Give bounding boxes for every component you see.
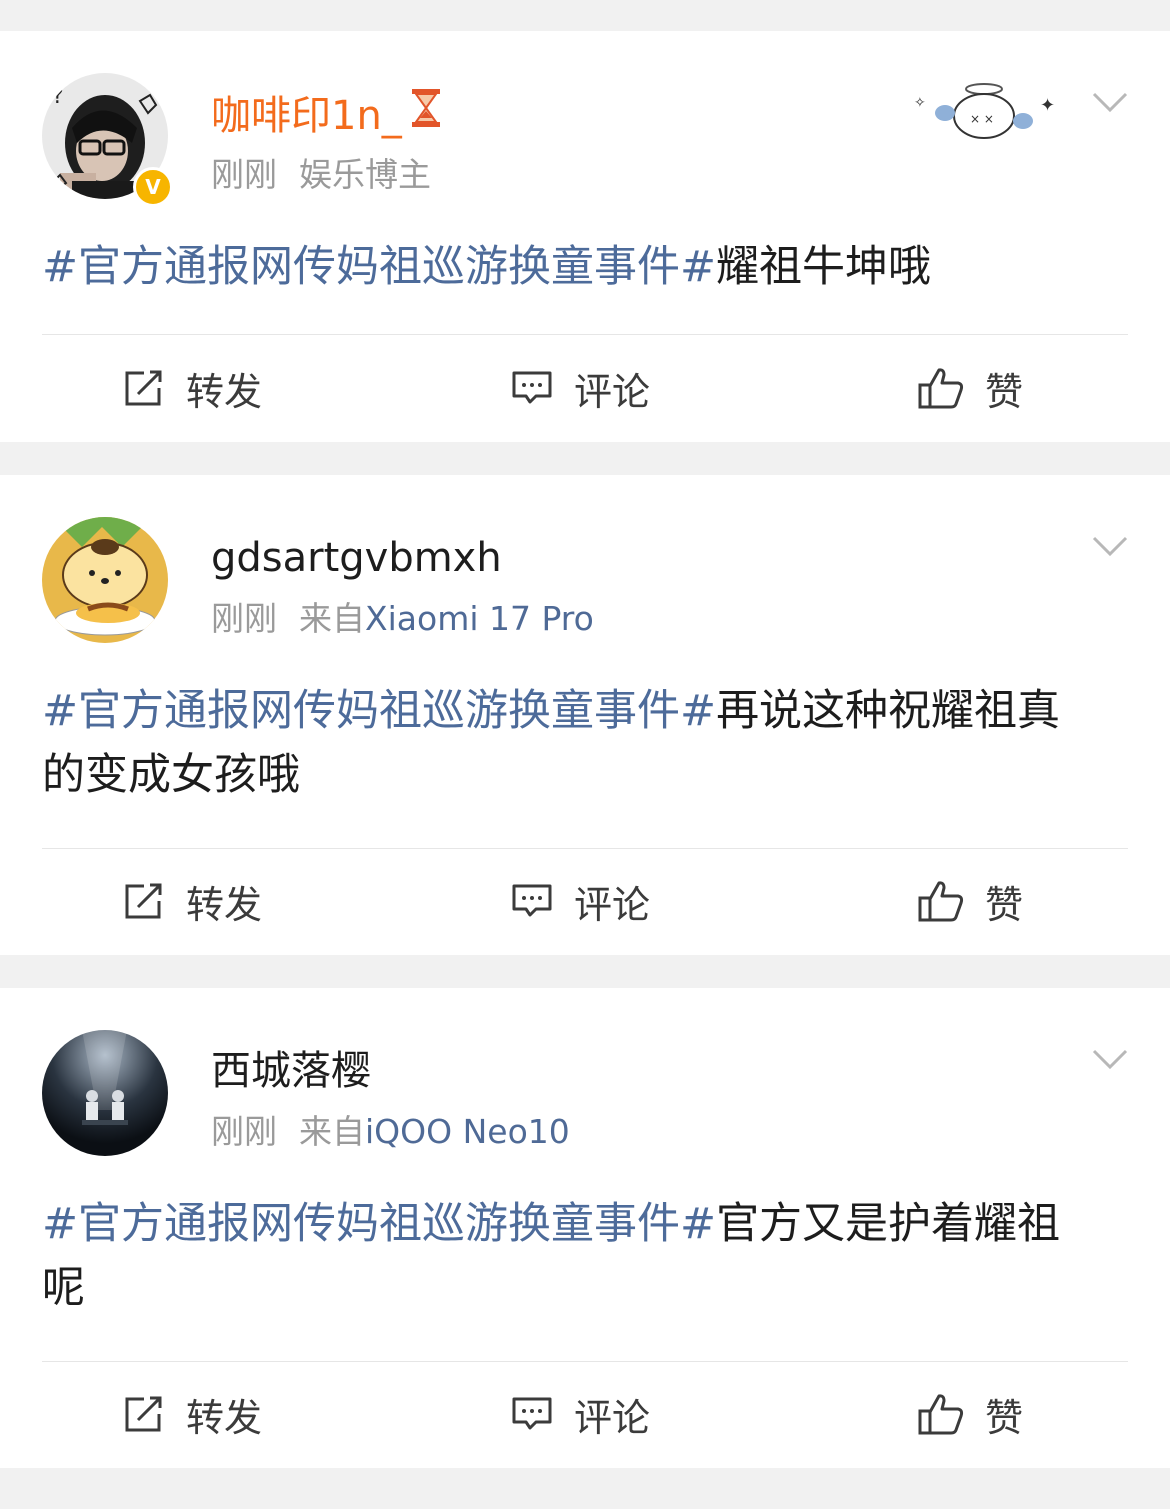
svg-text:✧: ✧ <box>914 95 926 111</box>
like-label: 赞 <box>985 882 1024 927</box>
comment-icon <box>512 1397 552 1430</box>
post-card[interactable]: gdsartgvbmxh 刚刚 来自Xiaomi 17 Pro #官方通报网传妈祖… <box>0 475 1170 955</box>
post-content[interactable]: #官方通报网传妈祖巡游换童事件#耀祖牛坤哦 <box>42 235 1100 299</box>
post-content[interactable]: #官方通报网传妈祖巡游换童事件#官方又是护着耀祖呢 <box>42 1192 1100 1320</box>
comment-label: 评论 <box>574 882 651 927</box>
post-time: 刚刚 <box>211 1112 277 1151</box>
like-label: 赞 <box>985 1395 1024 1440</box>
repost-label: 转发 <box>186 882 263 927</box>
like-button[interactable]: 赞 <box>917 348 1023 428</box>
divider <box>42 1361 1128 1362</box>
repost-label: 转发 <box>186 1395 263 1440</box>
user-subtitle: 娱乐博主 <box>299 155 431 194</box>
like-button[interactable]: 赞 <box>917 861 1023 941</box>
svg-text:✦: ✦ <box>1040 95 1055 116</box>
hourglass-icon <box>408 87 444 143</box>
comment-button[interactable]: 评论 <box>510 348 650 428</box>
username[interactable]: gdsartgvbmxh <box>211 531 502 585</box>
avatar[interactable] <box>42 1030 168 1156</box>
repost-button[interactable]: 转发 <box>122 861 262 941</box>
comment-button[interactable]: 评论 <box>510 1374 650 1454</box>
divider <box>42 334 1128 335</box>
svg-text:?: ? <box>52 84 64 109</box>
post-time: 刚刚 <box>211 155 277 194</box>
comment-button[interactable]: 评论 <box>510 861 650 941</box>
post-text: 耀祖牛坤哦 <box>716 242 932 292</box>
angel-sticker-icon: × × ✧ ✦ <box>914 83 1055 139</box>
post-card[interactable]: 西城落樱 刚刚 来自iQOO Neo10 #官方通报网传妈祖巡游换童事件#官方又是… <box>0 988 1170 1468</box>
device-name: iQOO Neo10 <box>365 1112 570 1151</box>
chevron-down-icon[interactable] <box>1092 1048 1128 1070</box>
repost-icon <box>125 370 162 406</box>
verified-badge-icon: V <box>133 167 173 207</box>
username-text: 咖啡印1n_ <box>211 93 402 139</box>
repost-button[interactable]: 转发 <box>122 348 262 428</box>
source-prefix: 来自 <box>299 1112 365 1151</box>
device-name: Xiaomi 17 Pro <box>365 599 594 638</box>
action-bar: 转发 评论 赞 <box>0 861 1170 941</box>
post-meta: 刚刚 来自Xiaomi 17 Pro <box>211 597 594 641</box>
post-content[interactable]: #官方通报网传妈祖巡游换童事件#再说这种祝耀祖真的变成女孩哦 <box>42 679 1100 807</box>
post-card[interactable]: ? V 咖啡印1n_ 刚刚 娱乐博主 × × ✧ ✦ #官方通报网传妈祖巡游换童事… <box>0 31 1170 442</box>
action-bar: 转发 评论 赞 <box>0 1374 1170 1454</box>
comment-label: 评论 <box>574 1395 651 1440</box>
repost-label: 转发 <box>186 369 263 414</box>
post-meta: 刚刚 娱乐博主 <box>211 153 431 197</box>
username[interactable]: 咖啡印1n_ <box>211 87 444 143</box>
divider <box>42 848 1128 849</box>
feed: ? V 咖啡印1n_ 刚刚 娱乐博主 × × ✧ ✦ #官方通报网传妈祖巡游换童事… <box>0 0 1170 1509</box>
like-button[interactable]: 赞 <box>917 1374 1023 1454</box>
comment-icon <box>512 884 552 917</box>
topic-link[interactable]: #官方通报网传妈祖巡游换童事件# <box>42 242 716 292</box>
svg-text:× ×: × × <box>970 112 994 126</box>
source-prefix: 来自 <box>299 599 365 638</box>
repost-icon <box>125 1396 162 1432</box>
like-label: 赞 <box>985 369 1024 414</box>
repost-icon <box>125 883 162 919</box>
comment-icon <box>512 371 552 404</box>
thumbs-up-icon <box>918 881 964 922</box>
post-meta: 刚刚 来自iQOO Neo10 <box>211 1110 570 1154</box>
chevron-down-icon[interactable] <box>1092 535 1128 557</box>
comment-label: 评论 <box>574 369 651 414</box>
topic-link[interactable]: #官方通报网传妈祖巡游换童事件# <box>42 686 716 736</box>
feed-separator <box>0 1470 1170 1509</box>
thumbs-up-icon <box>918 1394 964 1435</box>
post-time: 刚刚 <box>211 599 277 638</box>
username[interactable]: 西城落樱 <box>211 1044 371 1098</box>
action-bar: 转发 评论 赞 <box>0 348 1170 428</box>
chevron-down-icon[interactable] <box>1092 91 1128 113</box>
repost-button[interactable]: 转发 <box>122 1374 262 1454</box>
topic-link[interactable]: #官方通报网传妈祖巡游换童事件# <box>42 1199 716 1249</box>
thumbs-up-icon <box>918 368 964 409</box>
avatar[interactable] <box>42 517 168 643</box>
